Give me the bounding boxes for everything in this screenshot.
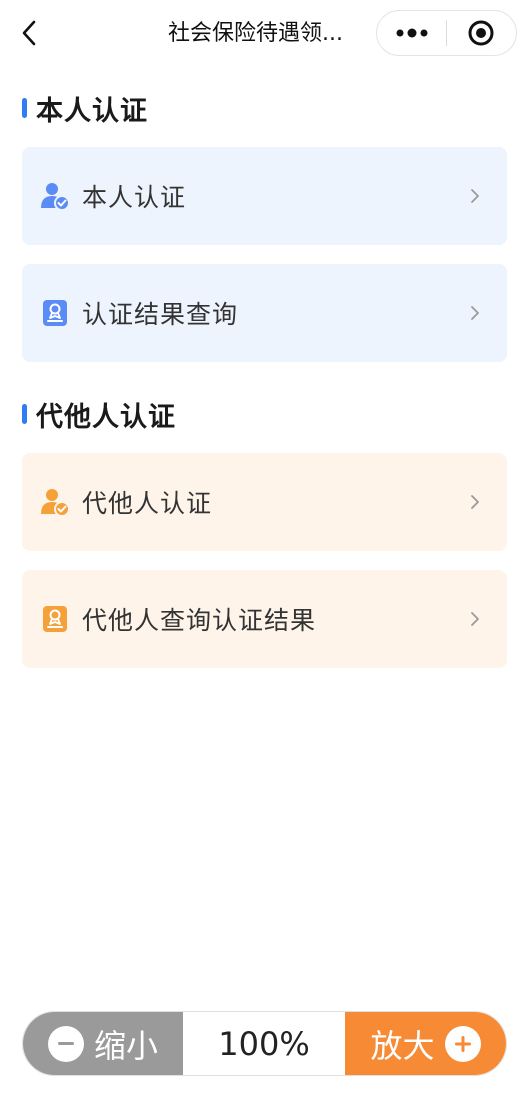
certificate-icon [40,298,70,328]
card-others-result[interactable]: 代他人查询认证结果 [22,570,507,668]
section-title: 代他人认证 [36,401,176,433]
section-title: 本人认证 [36,95,148,127]
certificate-icon [40,604,70,634]
card-label: 本人认证 [82,183,187,212]
plus-icon [444,1025,481,1062]
user-check-icon [40,487,70,517]
more-dots-icon [396,28,427,38]
zoom-level: 100% [183,1012,345,1075]
section-header-self: 本人认证 [22,88,148,128]
back-button[interactable] [14,16,44,50]
chevron-left-icon [22,20,36,46]
close-button[interactable] [447,10,516,56]
more-button[interactable] [377,10,446,56]
section-accent-bar [22,404,27,424]
card-self-auth[interactable]: 本人认证 [22,147,507,245]
card-others-auth[interactable]: 代他人认证 [22,453,507,551]
page-title: 社会保险待遇领... [168,21,343,46]
card-label: 代他人认证 [82,489,213,518]
chevron-right-icon [465,303,485,323]
page: 社会保险待遇领... 本人认证 本人认证 认证结果查询 代他人认证 代他人认证 … [0,0,529,1110]
target-circle-icon [468,20,494,46]
zoom-in-label: 放大 [370,1026,435,1065]
section-accent-bar [22,98,27,118]
mini-program-capsule [376,10,517,56]
card-label: 认证结果查询 [82,300,239,329]
zoom-control: 缩小 100% 放大 [22,1011,507,1076]
card-label: 代他人查询认证结果 [82,606,317,635]
chevron-right-icon [465,609,485,629]
section-header-others: 代他人认证 [22,394,176,434]
user-check-icon [40,181,70,211]
card-self-result[interactable]: 认证结果查询 [22,264,507,362]
zoom-out-label: 缩小 [93,1026,158,1065]
navbar: 社会保险待遇领... [0,0,529,66]
chevron-right-icon [465,186,485,206]
minus-icon [47,1025,84,1062]
chevron-right-icon [465,492,485,512]
zoom-out-button[interactable]: 缩小 [23,1012,183,1075]
zoom-in-button[interactable]: 放大 [345,1012,506,1075]
